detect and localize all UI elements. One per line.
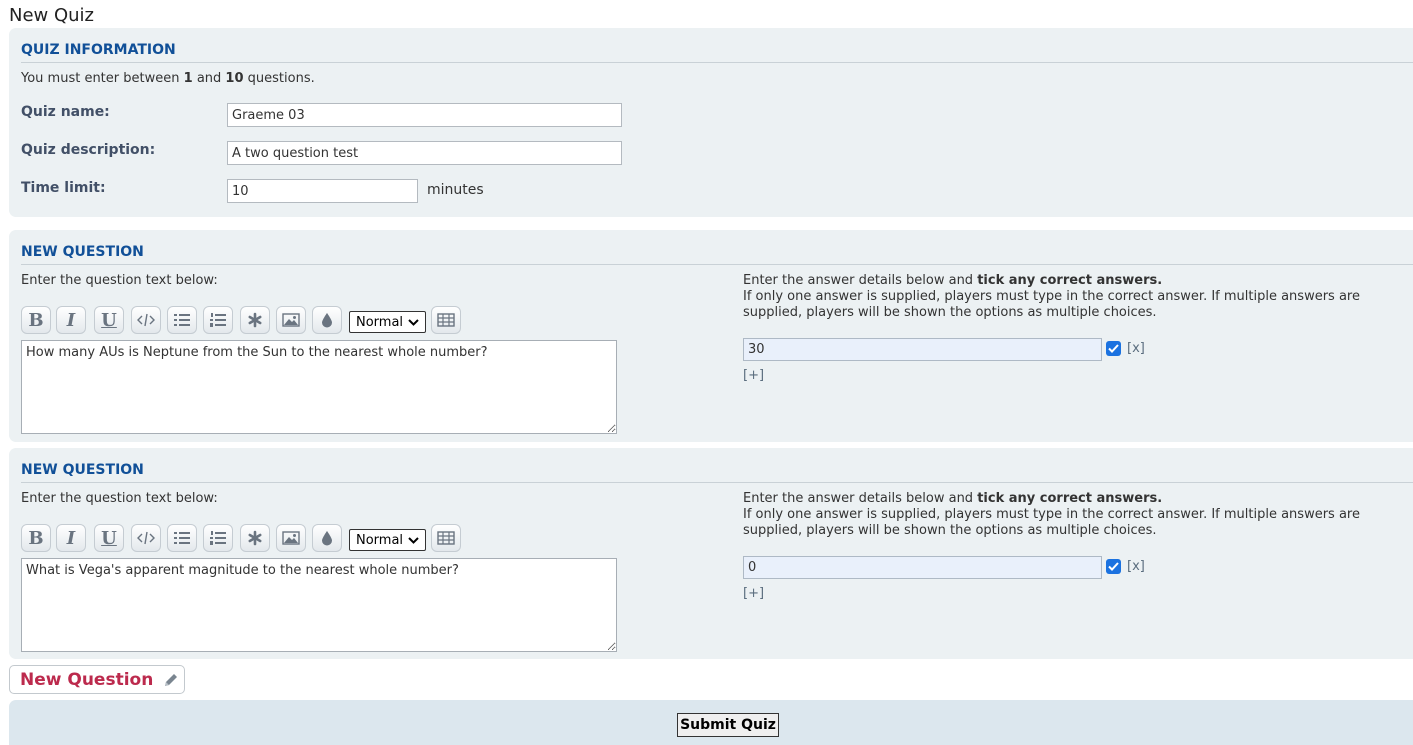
underline-icon: U bbox=[101, 527, 117, 549]
submit-bar: Submit Quiz bbox=[9, 700, 1413, 745]
table-button[interactable] bbox=[431, 524, 461, 552]
text-size-value: Normal bbox=[356, 532, 404, 548]
bullet-list-icon bbox=[174, 314, 190, 326]
answer-input[interactable] bbox=[743, 338, 1102, 361]
bullet-list-button[interactable] bbox=[167, 524, 197, 552]
code-button[interactable] bbox=[131, 306, 161, 334]
checkmark-icon bbox=[1108, 562, 1119, 571]
image-button[interactable] bbox=[276, 306, 306, 334]
table-icon bbox=[437, 313, 455, 327]
section-heading: NEW QUESTION bbox=[21, 244, 1413, 265]
section-heading: QUIZ INFORMATION bbox=[21, 42, 1413, 63]
question-text-input[interactable]: How many AUs is Neptune from the Sun to … bbox=[21, 340, 617, 434]
bold-button[interactable]: B bbox=[21, 524, 51, 552]
image-icon bbox=[282, 313, 300, 327]
bold-icon: B bbox=[28, 309, 44, 331]
table-button[interactable] bbox=[431, 306, 461, 334]
text-size-value: Normal bbox=[356, 314, 404, 330]
question-prompt: Enter the question text below: bbox=[21, 273, 218, 288]
numbered-list-icon bbox=[210, 313, 226, 327]
numbered-list-icon bbox=[210, 531, 226, 545]
quiz-name-input[interactable] bbox=[227, 103, 622, 127]
quiz-name-label: Quiz name: bbox=[21, 104, 110, 120]
quiz-description-input[interactable] bbox=[227, 141, 622, 165]
color-button[interactable] bbox=[312, 306, 342, 334]
answer-input[interactable] bbox=[743, 556, 1102, 579]
bold-button[interactable]: B bbox=[21, 306, 51, 334]
question-text-input[interactable]: What is Vega's apparent magnitude to the… bbox=[21, 558, 617, 652]
remove-answer-link[interactable]: [x] bbox=[1127, 341, 1145, 356]
asterisk-icon bbox=[248, 530, 262, 546]
code-icon bbox=[137, 313, 155, 327]
code-button[interactable] bbox=[131, 524, 161, 552]
correct-answer-checkbox[interactable] bbox=[1106, 559, 1121, 574]
checkmark-icon bbox=[1108, 344, 1119, 353]
bullet-list-icon bbox=[174, 532, 190, 544]
question-prompt: Enter the question text below: bbox=[21, 491, 218, 506]
underline-button[interactable]: U bbox=[94, 306, 124, 334]
asterisk-icon bbox=[248, 312, 262, 328]
color-button[interactable] bbox=[312, 524, 342, 552]
question-panel: NEW QUESTION Enter the question text bel… bbox=[9, 448, 1413, 659]
italic-icon: I bbox=[66, 309, 76, 331]
image-button[interactable] bbox=[276, 524, 306, 552]
chevron-down-icon bbox=[408, 315, 419, 332]
answer-instructions: Enter the answer details below and tick … bbox=[743, 491, 1360, 538]
image-icon bbox=[282, 531, 300, 545]
table-icon bbox=[437, 531, 455, 545]
submit-quiz-button[interactable]: Submit Quiz bbox=[677, 713, 779, 737]
remove-answer-link[interactable]: [x] bbox=[1127, 559, 1145, 574]
asterisk-button[interactable] bbox=[240, 306, 270, 334]
question-panel: NEW QUESTION Enter the question text bel… bbox=[9, 230, 1413, 442]
color-drop-icon bbox=[322, 313, 332, 328]
code-icon bbox=[137, 531, 155, 545]
underline-icon: U bbox=[101, 309, 117, 331]
color-drop-icon bbox=[322, 531, 332, 546]
text-size-select[interactable]: Normal bbox=[349, 529, 426, 551]
new-question-label: New Question bbox=[20, 669, 154, 690]
numbered-list-button[interactable] bbox=[203, 524, 233, 552]
italic-button[interactable]: I bbox=[56, 306, 86, 334]
add-answer-link[interactable]: [+] bbox=[743, 586, 764, 601]
chevron-down-icon bbox=[408, 533, 419, 550]
max-questions: 10 bbox=[225, 71, 244, 86]
underline-button[interactable]: U bbox=[94, 524, 124, 552]
time-unit-label: minutes bbox=[427, 182, 484, 198]
text-size-select[interactable]: Normal bbox=[349, 311, 426, 333]
answer-instructions: Enter the answer details below and tick … bbox=[743, 273, 1360, 320]
numbered-list-button[interactable] bbox=[203, 306, 233, 334]
italic-button[interactable]: I bbox=[56, 524, 86, 552]
question-count-note: You must enter between 1 and 10 question… bbox=[21, 71, 315, 86]
italic-icon: I bbox=[66, 527, 76, 549]
time-limit-label: Time limit: bbox=[21, 180, 106, 196]
correct-answer-checkbox[interactable] bbox=[1106, 341, 1121, 356]
quiz-description-label: Quiz description: bbox=[21, 142, 156, 158]
asterisk-button[interactable] bbox=[240, 524, 270, 552]
time-limit-input[interactable] bbox=[227, 179, 418, 203]
page-title: New Quiz bbox=[9, 5, 95, 26]
bold-icon: B bbox=[28, 527, 44, 549]
section-heading: NEW QUESTION bbox=[21, 462, 1413, 483]
new-question-button[interactable]: New Question bbox=[9, 665, 185, 694]
min-questions: 1 bbox=[183, 71, 193, 86]
bullet-list-button[interactable] bbox=[167, 306, 197, 334]
quiz-information-panel: QUIZ INFORMATION You must enter between … bbox=[9, 28, 1413, 217]
pencil-icon bbox=[165, 673, 178, 686]
add-answer-link[interactable]: [+] bbox=[743, 368, 764, 383]
